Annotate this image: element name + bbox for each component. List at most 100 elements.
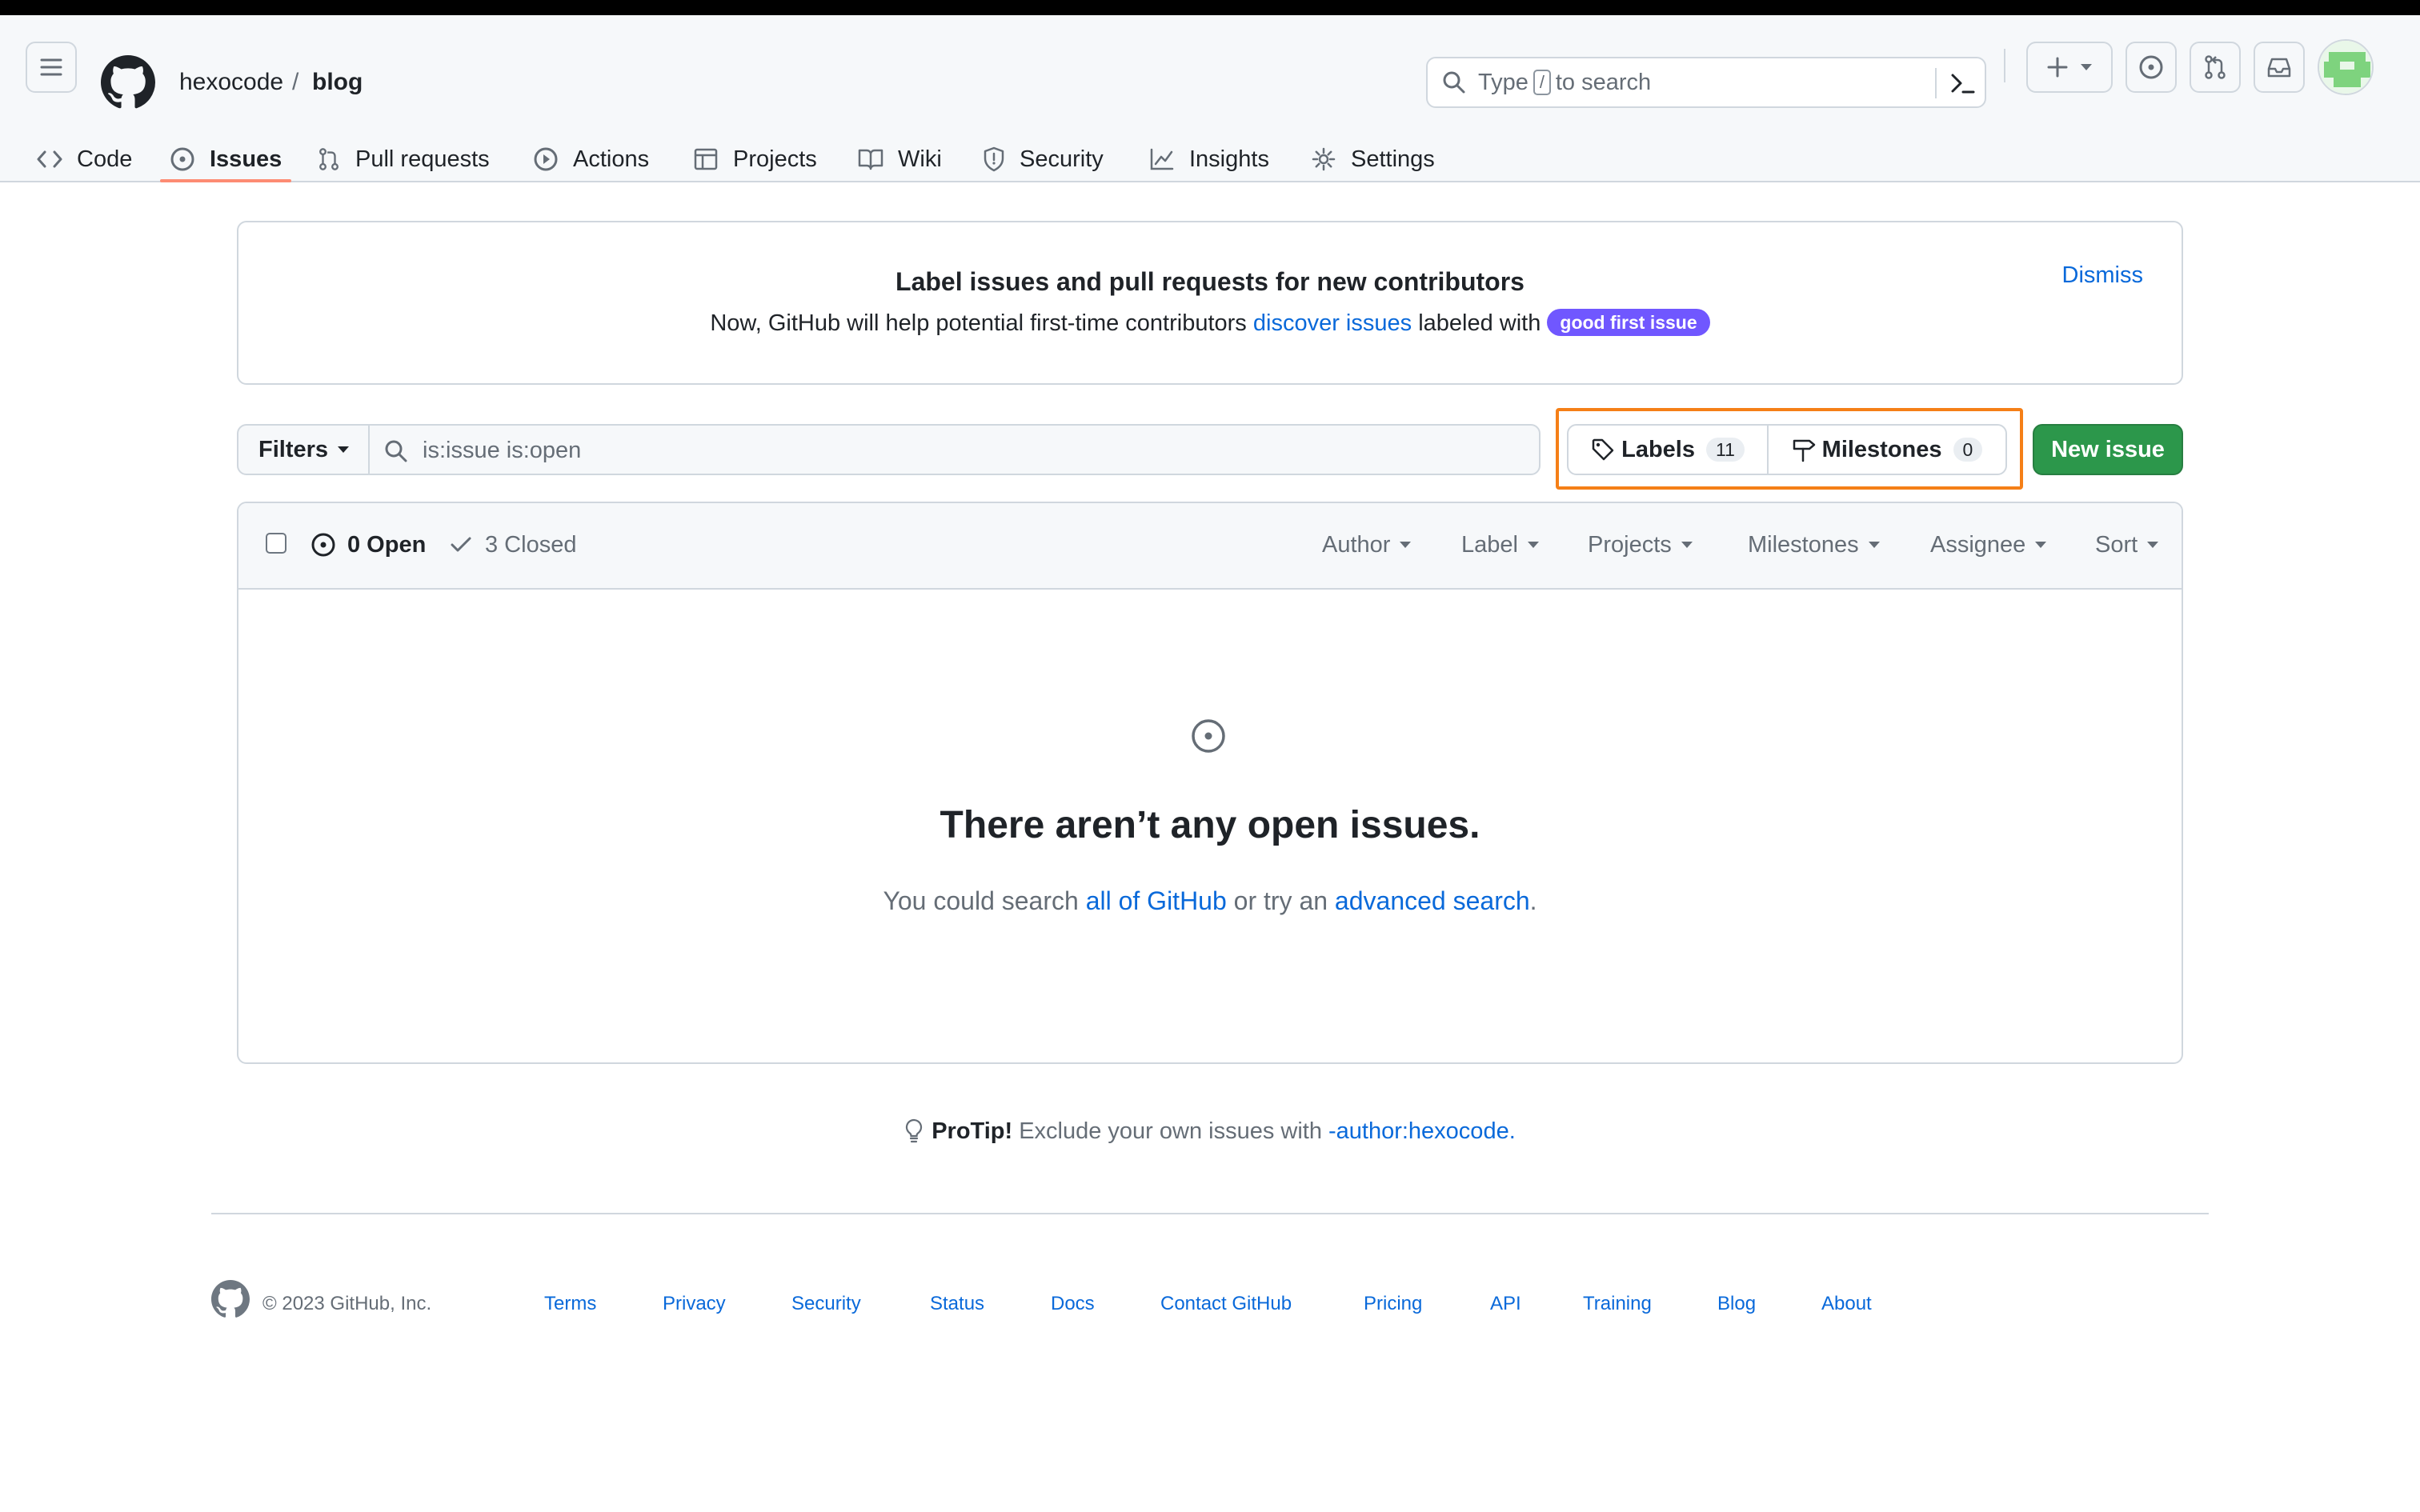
- filters-dropdown[interactable]: Filters: [237, 424, 370, 475]
- milestones-filter[interactable]: Milestones: [1748, 524, 1880, 566]
- all-of-github-link[interactable]: all of GitHub: [1086, 886, 1227, 915]
- avatar[interactable]: [2318, 39, 2374, 95]
- discover-issues-link[interactable]: discover issues: [1253, 310, 1412, 336]
- slash-key-hint: /: [1533, 70, 1551, 95]
- tab-wiki[interactable]: Wiki: [858, 134, 942, 185]
- open-issues-tab[interactable]: 0 Open: [311, 524, 426, 566]
- milestones-button[interactable]: Milestones 0: [1769, 426, 2005, 474]
- dismiss-button[interactable]: Dismiss: [2062, 262, 2144, 289]
- labels-count: 11: [1705, 438, 1745, 462]
- tab-label: Insights: [1189, 146, 1269, 172]
- tab-label: Code: [77, 146, 133, 172]
- git-pull-request-icon: [2202, 54, 2228, 80]
- footer-link-status[interactable]: Status: [930, 1288, 984, 1320]
- empty-state-description: You could search all of GitHub or try an…: [883, 886, 1537, 915]
- issue-search-input[interactable]: is:issue is:open: [368, 424, 1541, 475]
- check-icon: [450, 535, 472, 554]
- tab-label: Issues: [210, 146, 282, 172]
- tab-label: Settings: [1351, 146, 1435, 172]
- triangle-down-icon: [1868, 542, 1880, 548]
- breadcrumb-separator: /: [292, 69, 299, 95]
- git-pull-request-icon: [317, 146, 355, 172]
- label-filter[interactable]: Label: [1461, 524, 1539, 566]
- projects-filter[interactable]: Projects: [1588, 524, 1693, 566]
- new-contributors-banner: Label issues and pull requests for new c…: [237, 221, 2183, 385]
- pull-requests-shortcut-button[interactable]: [2190, 42, 2241, 93]
- tab-actions[interactable]: Actions: [533, 134, 649, 185]
- tab-label: Actions: [573, 146, 650, 172]
- footer-link-docs[interactable]: Docs: [1051, 1288, 1095, 1320]
- footer-link-api[interactable]: API: [1490, 1288, 1521, 1320]
- footer-copyright: © 2023 GitHub, Inc.: [262, 1293, 432, 1314]
- footer-link-terms[interactable]: Terms: [544, 1288, 596, 1320]
- footer-link-pricing[interactable]: Pricing: [1364, 1288, 1422, 1320]
- protip-label: ProTip!: [932, 1118, 1013, 1144]
- tab-label: Projects: [733, 146, 817, 172]
- footer-link-contact-github[interactable]: Contact GitHub: [1160, 1288, 1292, 1320]
- triangle-down-icon: [338, 446, 350, 453]
- play-icon: [533, 146, 573, 172]
- triangle-down-icon: [1400, 542, 1412, 548]
- good-first-issue-label[interactable]: good first issue: [1547, 309, 1710, 336]
- repo-link[interactable]: blog: [312, 65, 363, 100]
- footer-link-privacy[interactable]: Privacy: [663, 1288, 726, 1320]
- search-placeholder: Type / to search: [1478, 70, 1652, 95]
- labels-button[interactable]: Labels 11: [1569, 426, 1769, 474]
- issue-opened-icon: [170, 146, 210, 172]
- footer-link-about[interactable]: About: [1821, 1288, 1872, 1320]
- author-filter[interactable]: Author: [1322, 524, 1412, 566]
- selected-tab-underline: [160, 179, 291, 182]
- search-input[interactable]: Type / to search: [1426, 57, 1986, 108]
- inbox-icon: [2266, 55, 2292, 79]
- tab-pull-requests[interactable]: Pull requests: [317, 134, 490, 185]
- footer-github-logo-icon[interactable]: [211, 1280, 250, 1318]
- sort-filter[interactable]: Sort: [2095, 524, 2159, 566]
- create-new-button[interactable]: [2026, 42, 2113, 93]
- issue-search-query: is:issue is:open: [423, 438, 582, 463]
- footer-link-security[interactable]: Security: [791, 1288, 861, 1320]
- plus-icon: [2046, 56, 2069, 78]
- assignee-filter[interactable]: Assignee: [1930, 524, 2047, 566]
- search-divider: [1935, 68, 1937, 98]
- advanced-search-link[interactable]: advanced search: [1335, 886, 1530, 915]
- gear-icon: [1311, 146, 1351, 172]
- tab-projects[interactable]: Projects: [693, 134, 817, 185]
- tab-insights[interactable]: Insights: [1149, 134, 1269, 185]
- tab-issues[interactable]: Issues: [170, 134, 282, 185]
- code-icon: [37, 150, 77, 169]
- protip-link[interactable]: -author:hexocode.: [1328, 1115, 1516, 1147]
- header-divider: [2004, 49, 2005, 82]
- issues-shortcut-button[interactable]: [2126, 42, 2177, 93]
- github-logo-icon[interactable]: [101, 55, 155, 110]
- labels-milestones-group: Labels 11 Milestones 0: [1567, 424, 2007, 475]
- owner-link[interactable]: hexocode: [179, 65, 283, 100]
- new-issue-button[interactable]: New issue: [2033, 424, 2183, 475]
- inbox-button[interactable]: [2254, 42, 2305, 93]
- shield-icon: [983, 146, 1020, 172]
- repo-header: hexocode / blog Type / to search Code Is…: [0, 15, 2420, 182]
- milestones-count: 0: [1953, 438, 1983, 462]
- protip: ProTip! Exclude your own issues with -au…: [237, 1115, 2183, 1147]
- search-icon: [384, 439, 408, 463]
- command-palette-icon[interactable]: [1949, 71, 1975, 95]
- issue-opened-icon: [1189, 717, 1228, 755]
- milestone-icon: [1792, 437, 1822, 462]
- issue-opened-icon: [2138, 54, 2164, 80]
- tab-security[interactable]: Security: [983, 134, 1104, 185]
- book-icon: [858, 147, 898, 171]
- graph-icon: [1149, 147, 1189, 171]
- tab-code[interactable]: Code: [37, 134, 132, 185]
- issue-opened-icon: [311, 532, 336, 558]
- hamburger-icon: [39, 58, 63, 77]
- triangle-down-icon: [1681, 542, 1693, 548]
- select-all-checkbox[interactable]: [266, 533, 286, 554]
- footer-link-blog[interactable]: Blog: [1717, 1288, 1756, 1320]
- banner-title: Label issues and pull requests for new c…: [895, 267, 1525, 296]
- triangle-down-icon: [2035, 542, 2047, 548]
- closed-issues-tab[interactable]: 3 Closed: [450, 524, 576, 566]
- tab-settings[interactable]: Settings: [1311, 134, 1435, 185]
- menu-button[interactable]: [26, 42, 77, 93]
- triangle-down-icon: [2080, 63, 2093, 71]
- triangle-down-icon: [2147, 542, 2159, 548]
- footer-link-training[interactable]: Training: [1583, 1288, 1652, 1320]
